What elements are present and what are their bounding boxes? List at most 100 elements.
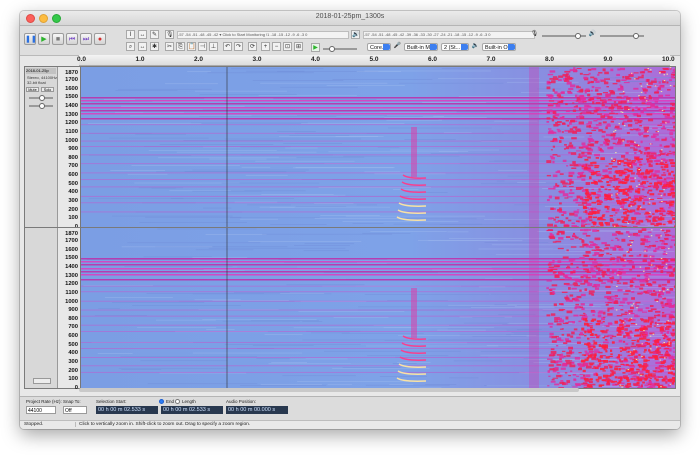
pause-button[interactable]: ❚❚ bbox=[24, 33, 37, 45]
frequency-label: 300 bbox=[68, 359, 78, 366]
frequency-label: 1500 bbox=[65, 94, 78, 101]
timeline-ruler[interactable]: 0.0 1.0 2.0 3.0 4.0 5.0 6.0 7.0 8.0 9.0 10.0 bbox=[77, 55, 675, 66]
play-button[interactable]: ▶ bbox=[38, 33, 50, 45]
stop-button[interactable]: ■ bbox=[52, 33, 64, 45]
frequency-label: 1870 bbox=[65, 70, 78, 76]
skip-start-button[interactable]: ⏮ bbox=[66, 33, 78, 45]
frequency-label: 1100 bbox=[65, 289, 78, 296]
zoom-in-icon[interactable]: + bbox=[261, 42, 270, 51]
track-control-panel-lower bbox=[25, 228, 58, 388]
recording-channels-select[interactable]: 2 (St... bbox=[441, 43, 469, 51]
audio-host-select[interactable]: Core... bbox=[367, 43, 391, 51]
audio-position-label: Audio Position: bbox=[226, 399, 257, 404]
frequency-label: 700 bbox=[68, 163, 78, 170]
frequency-label: 1700 bbox=[65, 77, 78, 83]
envelope-tool-icon[interactable]: ↔ bbox=[138, 30, 147, 39]
ruler-tick-label: 2.0 bbox=[194, 56, 204, 63]
frequency-label: 1600 bbox=[65, 85, 78, 92]
fit-project-icon[interactable]: ⊞ bbox=[294, 42, 303, 51]
length-radio[interactable] bbox=[175, 399, 180, 404]
title-bar: 2018-01-25pm_1300s bbox=[20, 11, 680, 26]
multi-tool-icon[interactable]: ✱ bbox=[150, 42, 159, 51]
selection-start-label: Selection Start: bbox=[96, 399, 127, 404]
frequency-label: 200 bbox=[68, 367, 78, 374]
frequency-label: 1600 bbox=[65, 246, 78, 253]
frequency-label: 1000 bbox=[65, 298, 78, 305]
fit-selection-icon[interactable]: ⊡ bbox=[283, 42, 292, 51]
frequency-label: 1300 bbox=[65, 272, 78, 279]
status-hint: Click to vertically zoom in. Shift-click… bbox=[75, 422, 250, 427]
frequency-label: 1700 bbox=[65, 238, 78, 244]
paste-icon[interactable]: 📋 bbox=[187, 42, 196, 51]
frequency-label: 100 bbox=[68, 376, 78, 383]
timeshift-tool-icon[interactable]: ↔ bbox=[138, 42, 147, 51]
spectrogram-image bbox=[81, 67, 675, 227]
trim-icon[interactable]: ⊣ bbox=[198, 42, 207, 51]
frequency-label: 600 bbox=[68, 172, 78, 179]
playback-volume-slider[interactable] bbox=[600, 33, 644, 39]
cut-icon[interactable]: ✂ bbox=[165, 42, 174, 51]
ruler-tick-label: 0.0 bbox=[77, 56, 87, 63]
selection-tool-icon[interactable]: I bbox=[126, 30, 135, 39]
solo-button[interactable]: Solo bbox=[41, 87, 54, 92]
silence-icon[interactable]: ⊥ bbox=[209, 42, 218, 51]
frequency-label: 700 bbox=[68, 324, 78, 331]
draw-tool-icon[interactable]: ✎ bbox=[150, 30, 159, 39]
length-label: Length bbox=[182, 399, 196, 404]
project-rate-select[interactable]: 44100 bbox=[26, 406, 56, 414]
track-control-panel: 2018-01-25p Stereo, 44100Hz 32-bit float… bbox=[25, 67, 58, 227]
ruler-tick-label: 10.0 bbox=[662, 56, 675, 63]
frequency-label: 500 bbox=[68, 341, 78, 348]
output-volume-icon: 🔊 bbox=[588, 31, 597, 37]
input-volume-icon: 🎙 bbox=[530, 31, 539, 37]
undo-icon[interactable]: ↶ bbox=[223, 42, 232, 51]
spectrogram-left[interactable] bbox=[81, 67, 675, 227]
skip-end-button[interactable]: ⏭ bbox=[80, 33, 92, 45]
playback-meter[interactable]: -57 -54 -51 -48 -45 -42 -39 -36 -33 -30 … bbox=[363, 31, 535, 39]
recording-meter[interactable]: -57 -54 -51 -48 -45 -42 ▾ Click to Start… bbox=[177, 31, 349, 39]
project-rate-label: Project Rate (Hz): bbox=[26, 399, 62, 404]
ruler-tick-label: 8.0 bbox=[545, 56, 555, 63]
zoom-out-icon[interactable]: − bbox=[272, 42, 281, 51]
main-toolbar: ❚❚ ▶ ■ ⏮ ⏭ ● I ↔ ✎ ⌕ ↔ ✱ 🎙 -57 -54 -51 -48 -4… bbox=[20, 26, 680, 56]
ruler-tick-label: 6.0 bbox=[428, 56, 438, 63]
play-at-speed-button[interactable]: ▶ bbox=[311, 43, 320, 52]
selection-end-time[interactable]: 00 h 00 m 02.533 s bbox=[161, 406, 223, 414]
track-name-menu[interactable]: 2018-01-25p bbox=[26, 68, 56, 74]
playback-device-select[interactable]: Built-in Ou... bbox=[482, 43, 516, 51]
frequency-scale-lower[interactable]: 1870 1700 1600 1500 1400 1300 1200 1100 1000 900 8… bbox=[58, 228, 81, 391]
recording-volume-slider[interactable] bbox=[542, 33, 586, 39]
selection-start-time[interactable]: 00 h 00 m 02.533 s bbox=[96, 406, 158, 414]
status-bar: Stopped. Click to vertically zoom in. Sh… bbox=[20, 420, 680, 429]
frequency-label: 1300 bbox=[65, 111, 78, 118]
speaker-icon: 🔈 bbox=[471, 43, 480, 49]
track-channel-right: 1870 1700 1600 1500 1400 1300 1200 1100 1000 900 8… bbox=[24, 227, 676, 391]
pan-slider[interactable] bbox=[29, 103, 53, 109]
frequency-label: 1100 bbox=[65, 128, 78, 135]
record-button[interactable]: ● bbox=[94, 33, 106, 45]
snap-to-select[interactable]: Off bbox=[63, 406, 87, 414]
play-speed-slider[interactable] bbox=[323, 46, 357, 52]
speaker-meter-icon: 🔊 bbox=[351, 30, 360, 39]
recording-device-select[interactable]: Built-in Mi... bbox=[404, 43, 438, 51]
redo-icon[interactable]: ↷ bbox=[234, 42, 243, 51]
frequency-label: 1500 bbox=[65, 255, 78, 262]
frequency-label: 1200 bbox=[65, 120, 78, 127]
frequency-scale[interactable]: 1870 1700 1600 1500 1400 1300 1200 1100 1000 900 8… bbox=[58, 67, 81, 230]
collapse-track-button[interactable] bbox=[33, 378, 51, 384]
frequency-label: 800 bbox=[68, 315, 78, 322]
end-label: End bbox=[166, 399, 175, 404]
frequency-label: 1000 bbox=[65, 137, 78, 144]
gain-slider[interactable] bbox=[29, 95, 53, 101]
ruler-tick-label: 4.0 bbox=[311, 56, 321, 63]
ruler-tick-label: 5.0 bbox=[369, 56, 379, 63]
mute-button[interactable]: Mute bbox=[26, 87, 39, 92]
spectrogram-right[interactable] bbox=[81, 228, 675, 388]
zoom-tool-icon[interactable]: ⌕ bbox=[126, 42, 135, 51]
app-window: 2018-01-25pm_1300s ❚❚ ▶ ■ ⏮ ⏭ ● I ↔ ✎ ⌕ ↔ ✱ 🎙… bbox=[20, 11, 680, 429]
horizontal-scrollbar[interactable] bbox=[79, 388, 579, 392]
end-radio[interactable] bbox=[159, 399, 164, 404]
audio-position-time[interactable]: 00 h 00 m 00.000 s bbox=[226, 406, 288, 414]
sync-lock-icon[interactable]: ⟳ bbox=[248, 42, 257, 51]
copy-icon[interactable]: ⎘ bbox=[176, 42, 185, 51]
